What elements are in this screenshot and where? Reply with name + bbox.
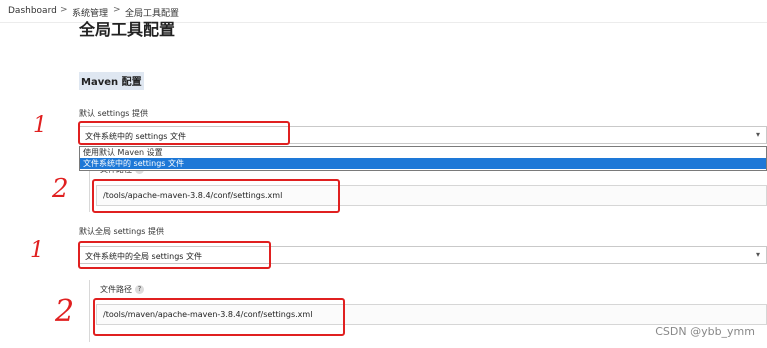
dropdown-option-default-maven[interactable]: 使用默认 Maven 设置 <box>80 147 766 158</box>
annotation-mark-2: 2 <box>52 174 69 204</box>
annotation-box <box>78 241 271 269</box>
global-settings-path-label: 文件路径? <box>100 284 144 295</box>
page-title: 全局工具配置 <box>79 20 176 39</box>
settings-provider-label: 默认 settings 提供 <box>79 109 148 118</box>
help-icon[interactable]: ? <box>135 285 144 294</box>
annotation-mark-1: 1 <box>33 113 47 138</box>
chevron-down-icon: ▾ <box>755 250 760 259</box>
annotation-box <box>93 298 345 336</box>
annotation-mark-2: 2 <box>55 294 75 329</box>
chevron-down-icon: ▾ <box>755 130 760 139</box>
watermark: CSDN @ybb_ymm <box>655 325 755 338</box>
annotation-box <box>78 121 290 145</box>
indent-guide <box>89 280 90 342</box>
annotation-box <box>92 179 340 213</box>
annotation-mark-1: 1 <box>30 238 44 263</box>
dropdown-option-filesystem-settings[interactable]: 文件系统中的 settings 文件 <box>80 158 766 169</box>
section-title-maven: Maven 配置 <box>79 72 144 90</box>
global-settings-provider-label: 默认全局 settings 提供 <box>79 227 164 236</box>
breadcrumb-dashboard[interactable]: Dashboard <box>8 6 57 16</box>
chevron-right-icon: > <box>113 5 121 15</box>
chevron-right-icon: > <box>60 5 68 15</box>
settings-provider-dropdown: 使用默认 Maven 设置 文件系统中的 settings 文件 <box>79 146 767 171</box>
